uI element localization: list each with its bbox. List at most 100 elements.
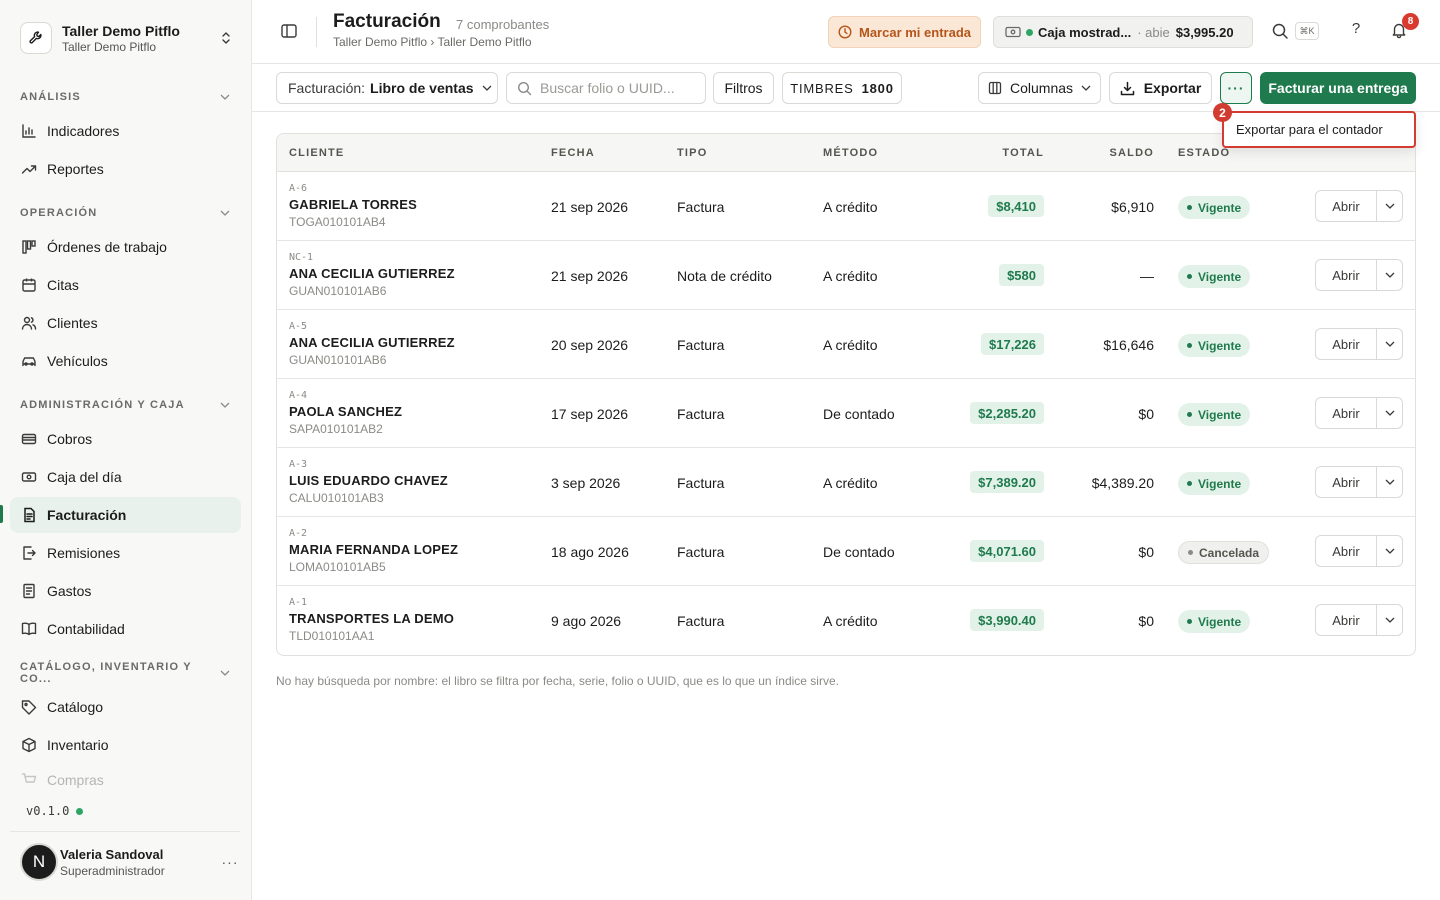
invoice-folio: A-3 xyxy=(289,459,308,470)
invoice-total: $4,071.60 xyxy=(970,540,1044,562)
table-row[interactable]: A-4 PAOLA SANCHEZ SAPA010101AB2 17 sep 2… xyxy=(277,379,1415,448)
sidebar-item-clientes[interactable]: Clientes xyxy=(10,305,241,341)
user-role: Superadministrador xyxy=(60,863,165,878)
invoice-total: $580 xyxy=(999,264,1044,286)
sidebar-toggle-icon[interactable] xyxy=(280,22,300,42)
invoice-balance: $0 xyxy=(1138,544,1154,560)
table-row[interactable]: NC-1 ANA CECILIA GUTIERREZ GUAN010101AB6… xyxy=(277,241,1415,310)
sidebar-item-indicadores[interactable]: Indicadores xyxy=(10,113,241,149)
columns-icon xyxy=(988,81,1002,95)
export-button[interactable]: Exportar xyxy=(1109,72,1212,104)
status-dot xyxy=(1188,550,1193,555)
filters-button[interactable]: Filtros xyxy=(713,72,774,104)
invoice-folio: NC-1 xyxy=(289,252,314,263)
chevron-down-icon[interactable] xyxy=(1377,536,1402,566)
sidebar-item-gastos[interactable]: Gastos xyxy=(10,573,241,609)
invoice-date: 9 ago 2026 xyxy=(551,613,622,629)
table-row[interactable]: A-1 TRANSPORTES LA DEMO TLD010101AA1 9 a… xyxy=(277,586,1415,655)
search-field[interactable] xyxy=(506,72,706,104)
chevron-down-icon[interactable] xyxy=(1377,605,1402,635)
search-icon[interactable] xyxy=(1271,22,1291,42)
invoice-folio: A-1 xyxy=(289,597,308,608)
table-row[interactable]: A-2 MARIA FERNANDA LOPEZ LOMA010101AB5 1… xyxy=(277,517,1415,586)
open-button[interactable]: Abrir xyxy=(1316,191,1377,221)
sidebar-item-cobros[interactable]: Cobros xyxy=(10,421,241,457)
sidebar-item-label: Gastos xyxy=(47,583,92,599)
org-switcher[interactable]: Taller Demo Pitflo Taller Demo Pitflo xyxy=(10,10,242,66)
section-title: ANÁLISIS xyxy=(20,91,81,103)
cash-register-name: Caja mostrad... xyxy=(1038,24,1132,40)
open-split-button: Abrir xyxy=(1315,604,1403,636)
more-horizontal-icon[interactable]: ··· xyxy=(218,854,242,870)
open-split-button: Abrir xyxy=(1315,190,1403,222)
chevron-down-icon[interactable] xyxy=(1377,398,1402,428)
section-operacion[interactable]: OPERACIÓN xyxy=(20,204,232,222)
client-rfc: CALU010101AB3 xyxy=(289,491,384,505)
section-catalogo[interactable]: CATÁLOGO, INVENTARIO Y CO... xyxy=(20,661,232,685)
sidebar-item-label: Órdenes de trabajo xyxy=(47,239,167,255)
search-input[interactable] xyxy=(540,80,700,96)
chevron-down-icon[interactable] xyxy=(1377,191,1402,221)
help-icon[interactable]: ? xyxy=(1346,20,1366,42)
breadcrumb[interactable]: Taller Demo Pitflo › Taller Demo Pitflo xyxy=(333,35,532,49)
open-button[interactable]: Abrir xyxy=(1316,398,1377,428)
open-button[interactable]: Abrir xyxy=(1316,329,1377,359)
sidebar-item-compras[interactable]: Compras xyxy=(10,765,241,795)
open-button[interactable]: Abrir xyxy=(1316,536,1377,566)
stamps-counter[interactable]: TIMBRES 1800 xyxy=(782,72,902,104)
chevron-down-icon[interactable] xyxy=(1377,467,1402,497)
sidebar-item-inventario[interactable]: Inventario xyxy=(10,727,241,763)
user-menu[interactable]: N Valeria Sandoval Superadministrador ··… xyxy=(20,842,242,882)
column-header-fecha[interactable]: FECHA xyxy=(551,147,595,159)
cart-icon xyxy=(20,771,38,789)
client-rfc: GUAN010101AB6 xyxy=(289,284,387,298)
column-header-cliente[interactable]: CLIENTE xyxy=(289,147,344,159)
export-accountant-menu-item[interactable]: Exportar para el contador xyxy=(1222,111,1416,148)
card-icon xyxy=(20,430,38,448)
sidebar-item-ordenes[interactable]: Órdenes de trabajo xyxy=(10,229,241,265)
chevron-down-icon xyxy=(218,398,232,412)
section-administracion[interactable]: ADMINISTRACIÓN Y CAJA xyxy=(20,396,232,414)
column-header-metodo[interactable]: MÉTODO xyxy=(823,147,878,159)
section-analisis[interactable]: ANÁLISIS xyxy=(20,88,232,106)
book-selector-value: Libro de ventas xyxy=(370,80,474,96)
invoice-date: 21 sep 2026 xyxy=(551,268,629,284)
open-button[interactable]: Abrir xyxy=(1316,467,1377,497)
columns-button[interactable]: Columnas xyxy=(978,72,1101,104)
table-row[interactable]: A-5 ANA CECILIA GUTIERREZ GUAN010101AB6 … xyxy=(277,310,1415,379)
invoice-type: Factura xyxy=(677,613,725,629)
chevron-down-icon[interactable] xyxy=(1377,329,1402,359)
org-name: Taller Demo Pitflo xyxy=(62,22,180,39)
table-row[interactable]: A-6 GABRIELA TORRES TOGA010101AB4 21 sep… xyxy=(277,172,1415,241)
sidebar-item-caja[interactable]: Caja del día xyxy=(10,459,241,495)
sidebar-item-catalogo[interactable]: Catálogo xyxy=(10,689,241,725)
cash-register-chip[interactable]: Caja mostrad... · abie $3,995.20 xyxy=(993,16,1253,48)
column-header-tipo[interactable]: TIPO xyxy=(677,147,707,159)
book-selector[interactable]: Facturación: Libro de ventas xyxy=(276,72,498,104)
file-export-icon xyxy=(20,544,38,562)
column-header-estado[interactable]: ESTADO xyxy=(1178,147,1230,159)
more-actions-button[interactable]: ··· xyxy=(1220,72,1252,104)
open-button[interactable]: Abrir xyxy=(1316,260,1377,290)
status-dot xyxy=(1187,274,1192,279)
sidebar-item-remisiones[interactable]: Remisiones xyxy=(10,535,241,571)
sidebar-item-contabilidad[interactable]: Contabilidad xyxy=(10,611,241,647)
column-header-total[interactable]: TOTAL xyxy=(1002,147,1044,159)
sidebar-item-vehiculos[interactable]: Vehículos xyxy=(10,343,241,379)
invoice-balance: $0 xyxy=(1138,406,1154,422)
payment-method: A crédito xyxy=(823,199,878,215)
invoice-delivery-button[interactable]: Facturar una entrega xyxy=(1260,72,1416,104)
notification-badge: 8 xyxy=(1402,13,1419,30)
sidebar-item-facturacion[interactable]: Facturación xyxy=(10,497,241,533)
table-row[interactable]: A-3 LUIS EDUARDO CHAVEZ CALU010101AB3 3 … xyxy=(277,448,1415,517)
chevron-down-icon[interactable] xyxy=(1377,260,1402,290)
column-header-saldo[interactable]: SALDO xyxy=(1110,147,1155,159)
document-count: 7 comprobantes xyxy=(456,17,550,32)
status-label: Cancelada xyxy=(1199,545,1260,560)
clock-in-button[interactable]: Marcar mi entrada xyxy=(828,16,981,48)
sidebar-item-citas[interactable]: Citas xyxy=(10,267,241,303)
cash-icon xyxy=(20,468,38,486)
toolbar: Facturación: Libro de ventas Filtros TIM… xyxy=(252,64,1440,112)
sidebar-item-reportes[interactable]: Reportes xyxy=(10,151,241,187)
open-button[interactable]: Abrir xyxy=(1316,605,1377,635)
